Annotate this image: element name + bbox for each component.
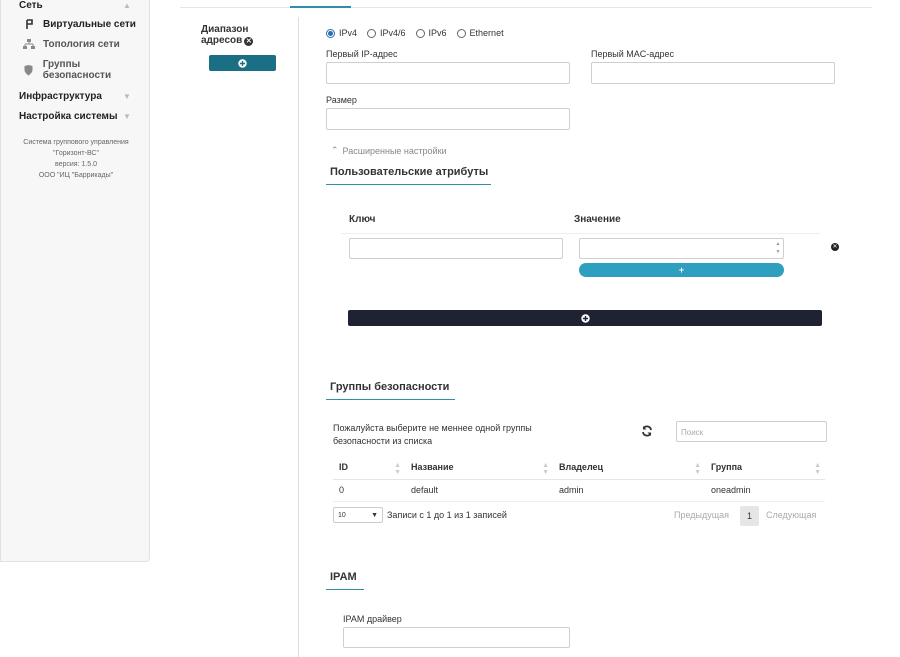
add-range-button[interactable] <box>209 55 276 71</box>
sort-icon[interactable]: ▲ ▼ <box>542 462 549 476</box>
footer-line: ООО "ИЦ "Баррикады" <box>38 172 114 179</box>
radio-ipv4[interactable]: IPv4 <box>326 28 357 38</box>
footer-line: версия: 1.5.0 <box>54 161 98 168</box>
ipam-driver-input[interactable] <box>343 627 570 648</box>
radio-indicator[interactable] <box>367 28 377 38</box>
radio-ipv4-6[interactable]: IPv4/6 <box>367 28 406 38</box>
table-header-row: ID ▲ ▼ Название ▲ ▼ Владелец ▲ ▼ Группа ▲ ▼ <box>333 455 825 480</box>
column-header-label: Название <box>411 461 454 472</box>
column-header-label: Группа <box>711 461 743 472</box>
pagination-next[interactable]: Следующая <box>766 510 816 520</box>
remove-attribute-icon[interactable]: ✕ <box>831 243 839 251</box>
size-label: Размер <box>326 95 357 105</box>
ipam-title: IPAM <box>326 571 364 590</box>
column-header-name[interactable]: Название ▲ ▼ <box>405 455 553 480</box>
column-header-label: ID <box>339 461 348 472</box>
sidebar-section-settings[interactable]: Настройка системы <box>19 111 118 122</box>
cell-owner: admin <box>553 479 705 502</box>
ipam-driver-label: IPAM драйвер <box>343 614 402 624</box>
plus-circle-icon <box>238 58 247 68</box>
footer-line: "Горизонт-ВС" <box>53 150 99 157</box>
radio-indicator[interactable] <box>326 28 335 38</box>
first-ip-input[interactable] <box>326 62 570 84</box>
add-attribute-value-button[interactable]: + <box>579 263 784 277</box>
sidebar-footer: Система группового управления "Горизонт-… <box>1 137 151 181</box>
sidebar-item-label: Виртуальные сети <box>43 19 136 30</box>
sidebar-section-network[interactable]: Сеть <box>19 0 43 11</box>
sidebar: Сеть ▲ Виртуальные сети Топология сети Г… <box>0 0 150 562</box>
radio-indicator[interactable] <box>456 28 466 38</box>
chevron-up-icon[interactable]: ▲ <box>123 1 131 10</box>
value-header: Значение <box>574 214 621 225</box>
custom-attributes-title: Пользовательские атрибуты <box>326 166 491 185</box>
network-icon <box>23 19 35 30</box>
attribute-key-input[interactable] <box>349 238 563 259</box>
column-header-label: Владелец <box>559 461 604 472</box>
radio-label: IPv6 <box>428 28 447 38</box>
attributes-divider <box>341 233 820 234</box>
footer-line: Система группового управления <box>23 139 129 146</box>
sidebar-item-virtual-networks[interactable]: Виртуальные сети <box>23 19 136 30</box>
add-attribute-button[interactable] <box>348 310 822 326</box>
sort-icon[interactable]: ▲ ▼ <box>694 462 701 476</box>
address-range-label[interactable]: Диапазон адресов ✕ <box>201 24 254 46</box>
topology-icon <box>23 39 35 50</box>
size-input[interactable] <box>326 108 570 130</box>
active-tab-indicator <box>290 6 351 8</box>
refresh-icon[interactable] <box>641 425 653 440</box>
first-mac-input[interactable] <box>591 62 835 84</box>
attribute-value-input[interactable]: ▲ ▼ <box>579 238 784 259</box>
shield-icon <box>23 64 35 76</box>
sidebar-item-topology[interactable]: Топология сети <box>23 39 120 50</box>
radio-indicator[interactable] <box>415 28 425 38</box>
security-groups-search-input[interactable]: Поиск <box>676 421 827 442</box>
pagination-page[interactable]: 1 <box>740 506 759 526</box>
sidebar-item-label: Группы безопасности <box>42 59 112 81</box>
security-groups-hint: Пожалуйста выберите не меннее одной груп… <box>333 423 532 446</box>
advanced-settings-label: Расширенные настройки <box>342 145 447 156</box>
page-length-select[interactable]: 10 ▼ <box>333 507 383 523</box>
table-info: Записи с 1 до 1 из 1 записей <box>387 510 507 520</box>
sort-icon[interactable]: ▲ ▼ <box>814 462 821 476</box>
range-label-line: Диапазон <box>201 24 249 35</box>
sidebar-section-infrastructure[interactable]: Инфраструктура <box>19 91 102 102</box>
column-header-id[interactable]: ID ▲ ▼ <box>333 455 405 480</box>
address-type-radios: IPv4 IPv4/6 IPv6 Ethernet <box>326 28 514 38</box>
first-mac-label: Первый MAC-адрес <box>591 49 675 59</box>
cell-name: default <box>405 479 553 502</box>
radio-label: IPv4/6 <box>380 28 406 38</box>
table-row[interactable]: 0 default admin oneadmin <box>333 479 825 502</box>
column-header-group[interactable]: Группа ▲ ▼ <box>705 455 825 480</box>
tab-divider <box>180 7 872 8</box>
first-ip-label: Первый IP-адрес <box>326 49 398 59</box>
column-divider <box>298 17 299 657</box>
radio-label: IPv4 <box>339 28 358 38</box>
column-header-owner[interactable]: Владелец ▲ ▼ <box>553 455 705 480</box>
page-length-value: 10 <box>338 511 346 519</box>
chevron-down-icon[interactable]: ▼ <box>123 92 131 101</box>
radio-ethernet[interactable]: Ethernet <box>456 28 504 38</box>
radio-ipv6[interactable]: IPv6 <box>415 28 447 38</box>
chevron-down-icon: ▼ <box>371 511 378 519</box>
close-icon[interactable]: ✕ <box>244 37 254 46</box>
pagination-prev[interactable]: Предыдущая <box>674 510 729 520</box>
cell-id: 0 <box>333 479 405 502</box>
range-label-line: адресов <box>201 35 243 46</box>
advanced-settings-toggle[interactable]: ⌃ Расширенные настройки <box>331 145 447 156</box>
chevron-down-icon[interactable]: ▼ <box>123 112 131 121</box>
sidebar-item-label: Топология сети <box>43 39 120 50</box>
key-header: Ключ <box>349 214 376 225</box>
sort-icon[interactable]: ▲ ▼ <box>394 462 401 476</box>
spinner-icon[interactable]: ▲ ▼ <box>774 240 782 258</box>
sidebar-item-security-groups[interactable]: Группы безопасности <box>23 59 149 81</box>
security-groups-table: ID ▲ ▼ Название ▲ ▼ Владелец ▲ ▼ Группа ▲ ▼ 0 de… <box>333 455 825 502</box>
security-groups-title: Группы безопасности <box>326 381 455 400</box>
radio-label: Ethernet <box>469 28 504 38</box>
cell-group: oneadmin <box>705 479 825 502</box>
chevron-up-icon: ⌃ <box>331 145 339 155</box>
plus-circle-icon <box>580 313 590 323</box>
